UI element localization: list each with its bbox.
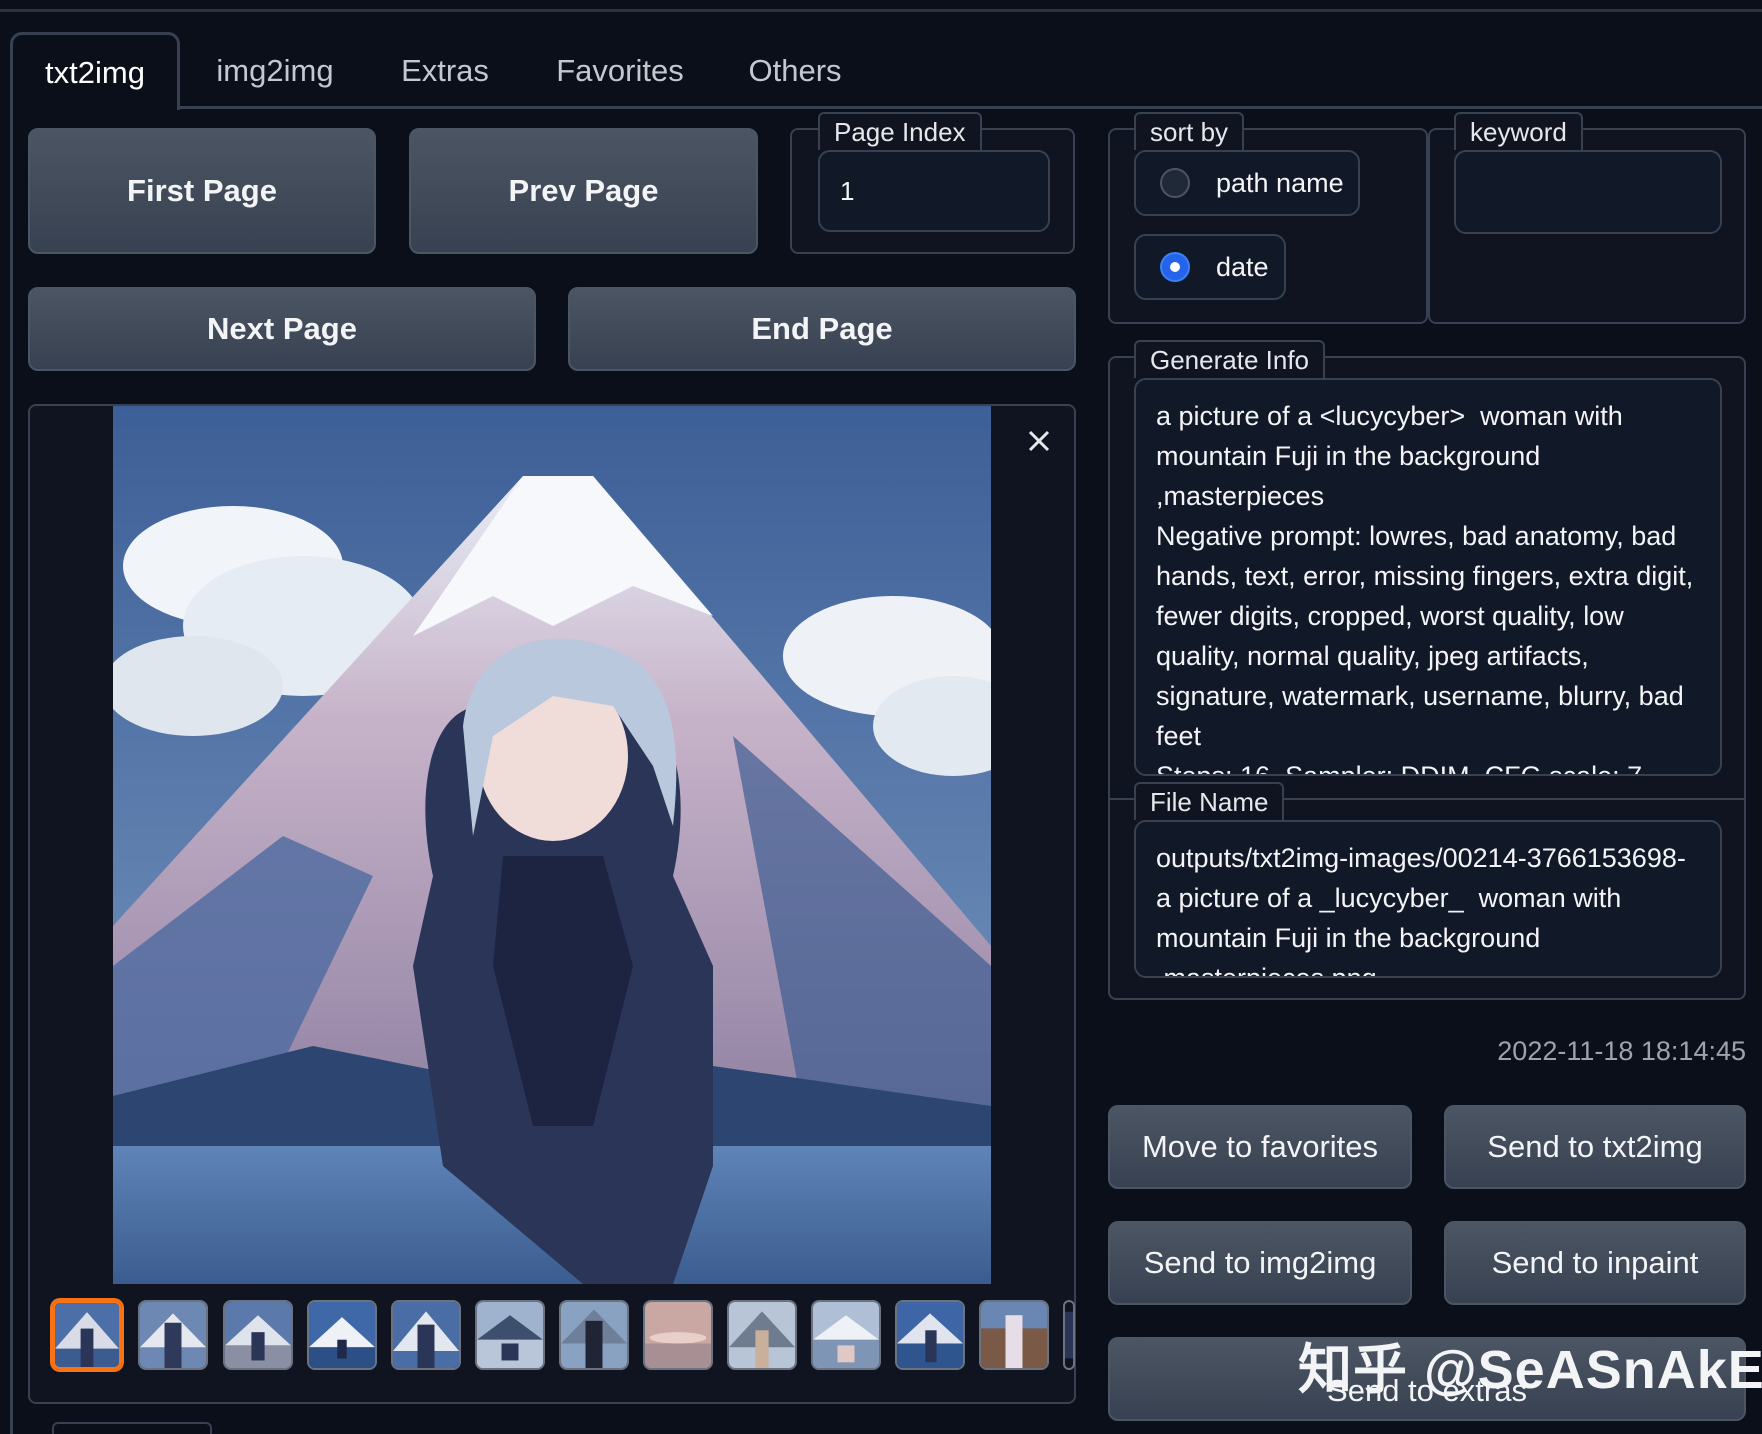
send-to-inpaint-button[interactable]: Send to inpaint bbox=[1444, 1221, 1746, 1305]
end-page-button[interactable]: End Page bbox=[568, 287, 1076, 371]
close-icon[interactable] bbox=[1024, 426, 1054, 456]
image-timestamp: 2022-11-18 18:14:45 bbox=[1497, 1036, 1746, 1066]
gallery-thumbnail[interactable] bbox=[1063, 1300, 1075, 1370]
window-top-border bbox=[0, 0, 1762, 12]
tab-img2img[interactable]: img2img bbox=[190, 32, 360, 110]
tab-others[interactable]: Others bbox=[720, 32, 870, 110]
first-page-button[interactable]: First Page bbox=[28, 128, 376, 254]
sort-option-date[interactable]: date bbox=[1134, 234, 1286, 300]
gallery-thumbnail[interactable] bbox=[811, 1300, 881, 1370]
move-to-favorites-button[interactable]: Move to favorites bbox=[1108, 1105, 1412, 1189]
radio-path-name[interactable] bbox=[1160, 168, 1190, 198]
close-icon-glyph bbox=[1028, 430, 1050, 452]
gallery-thumbnail[interactable] bbox=[391, 1300, 461, 1370]
sort-option-label: path name bbox=[1216, 167, 1344, 198]
gallery-thumbnail[interactable] bbox=[307, 1300, 377, 1370]
tab-extras[interactable]: Extras bbox=[370, 32, 520, 110]
bottom-component-edge bbox=[52, 1422, 212, 1434]
file-name-label: File Name bbox=[1134, 782, 1285, 820]
file-name-text[interactable]: outputs/txt2img-images/00214-3766153698-… bbox=[1134, 820, 1722, 978]
gallery-thumbnail[interactable] bbox=[223, 1300, 293, 1370]
keyword-input[interactable] bbox=[1454, 150, 1722, 234]
generate-info-label: Generate Info bbox=[1134, 340, 1325, 378]
sort-option-path-name[interactable]: path name bbox=[1134, 150, 1360, 216]
gallery-thumbnail[interactable] bbox=[727, 1300, 797, 1370]
send-to-txt2img-button[interactable]: Send to txt2img bbox=[1444, 1105, 1746, 1189]
gallery-thumbnail[interactable] bbox=[895, 1300, 965, 1370]
gallery-thumbnail[interactable] bbox=[52, 1300, 122, 1370]
gallery-thumbnail[interactable] bbox=[475, 1300, 545, 1370]
gallery-thumbnail[interactable] bbox=[979, 1300, 1049, 1370]
sort-by-label: sort by bbox=[1134, 112, 1245, 150]
sort-option-label: date bbox=[1216, 251, 1269, 282]
preview-image[interactable] bbox=[113, 406, 991, 1284]
next-page-button[interactable]: Next Page bbox=[28, 287, 536, 371]
gallery-thumbnail[interactable] bbox=[138, 1300, 208, 1370]
gallery-thumbnail[interactable] bbox=[643, 1300, 713, 1370]
tab-favorites[interactable]: Favorites bbox=[530, 32, 710, 110]
radio-date[interactable] bbox=[1160, 252, 1190, 282]
page-index-input[interactable]: 1 bbox=[818, 150, 1050, 232]
preview-image-art bbox=[113, 406, 991, 1284]
send-to-img2img-button[interactable]: Send to img2img bbox=[1108, 1221, 1412, 1305]
gallery-thumbnail[interactable] bbox=[559, 1300, 629, 1370]
generate-info-text[interactable]: a picture of a <lucycyber> woman with mo… bbox=[1134, 378, 1722, 776]
page-index-label: Page Index bbox=[818, 112, 982, 150]
prev-page-button[interactable]: Prev Page bbox=[409, 128, 758, 254]
keyword-label: keyword bbox=[1454, 112, 1583, 150]
zhihu-watermark: 知乎 @SeASnAkE bbox=[1298, 1340, 1762, 1400]
tab-txt2img[interactable]: txt2img bbox=[10, 32, 180, 110]
